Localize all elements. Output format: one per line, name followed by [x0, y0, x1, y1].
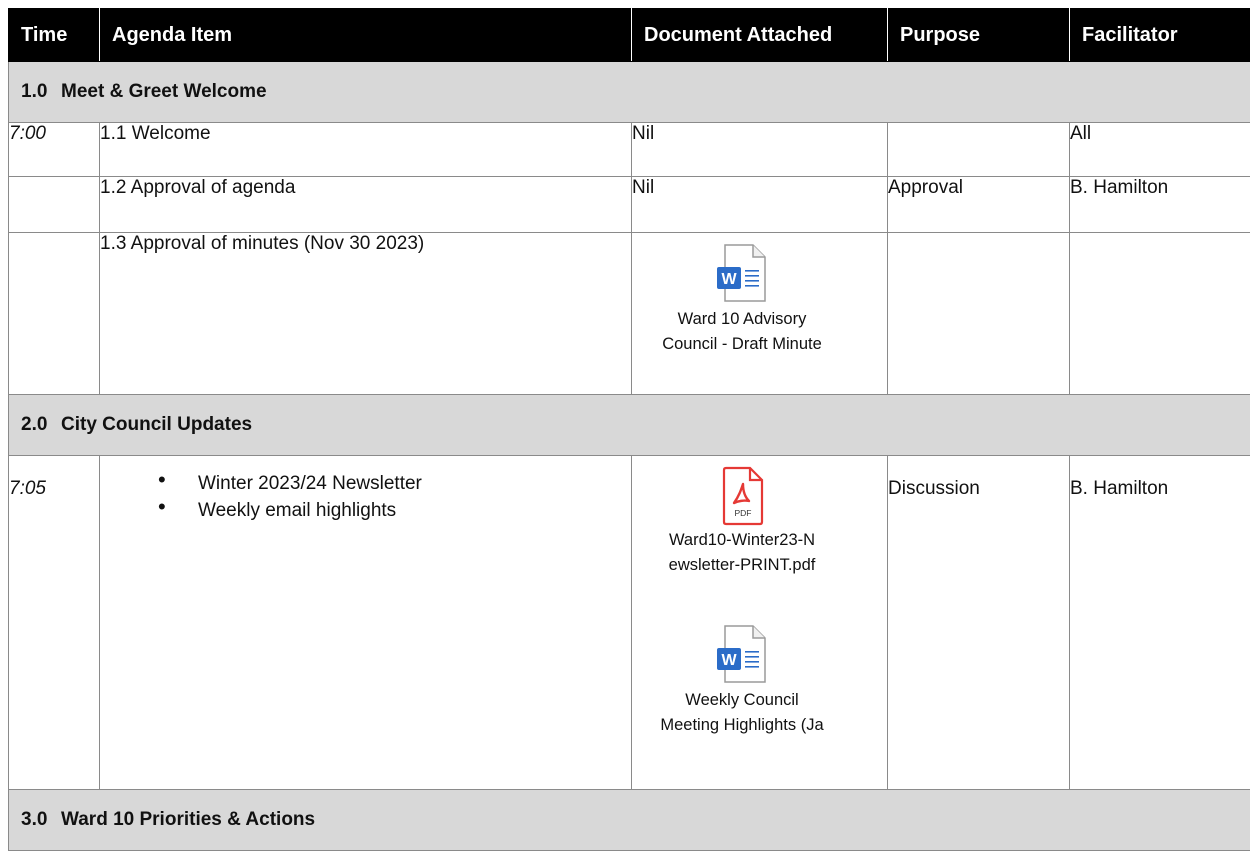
- table-row: 1.3 Approval of minutes (Nov 30 2023) W …: [9, 233, 1250, 395]
- document-cell: Nil: [632, 177, 888, 233]
- section-label: City Council Updates: [61, 414, 252, 435]
- pdf-icon: PDF: [720, 466, 764, 526]
- time-cell: 7:00: [9, 123, 100, 177]
- attachment-name-line2: Meeting Highlights (Ja: [649, 713, 835, 738]
- attachment-name-line2: ewsletter-PRINT.pdf: [649, 553, 835, 578]
- document-cell: PDF Ward10-Winter23-N ewsletter-PRINT.pd…: [632, 456, 888, 790]
- svg-text:W: W: [721, 271, 737, 288]
- table-row: 1.2 Approval of agenda Nil Approval B. H…: [9, 177, 1250, 233]
- time-cell: [9, 233, 100, 395]
- section-title: 1.0Meet & Greet Welcome: [9, 62, 1250, 123]
- table-row: 7:05 Winter 2023/24 Newsletter Weekly em…: [9, 456, 1250, 790]
- section-row: 3.0Ward 10 Priorities & Actions: [9, 790, 1250, 851]
- svg-text:W: W: [721, 652, 737, 669]
- agenda-item-cell: Winter 2023/24 Newsletter Weekly email h…: [100, 456, 632, 790]
- facilitator-cell: [1070, 233, 1250, 395]
- purpose-cell: Discussion: [888, 456, 1070, 790]
- section-row: 1.0Meet & Greet Welcome: [9, 62, 1250, 123]
- section-number: 2.0: [21, 414, 61, 436]
- attachment-word-minutes[interactable]: W Ward 10 Advisory Council - Draft Minut…: [632, 243, 852, 357]
- col-header-document: Document Attached: [632, 9, 888, 62]
- section-number: 1.0: [21, 81, 61, 103]
- section-label: Meet & Greet Welcome: [61, 81, 267, 102]
- purpose-cell: [888, 233, 1070, 395]
- col-header-facilitator: Facilitator: [1070, 9, 1250, 62]
- time-cell: 7:05: [9, 456, 100, 790]
- agenda-item-cell: 1.3 Approval of minutes (Nov 30 2023): [100, 233, 632, 395]
- agenda-item-cell: 1.2 Approval of agenda: [100, 177, 632, 233]
- agenda-item-cell: 1.1 Welcome: [100, 123, 632, 177]
- word-doc-icon: W: [715, 243, 769, 305]
- col-header-purpose: Purpose: [888, 9, 1070, 62]
- agenda-table: Time Agenda Item Document Attached Purpo…: [8, 8, 1250, 851]
- purpose-cell: Approval: [888, 177, 1070, 233]
- document-cell: Nil: [632, 123, 888, 177]
- attachment-name-line2: Council - Draft Minute: [649, 332, 835, 357]
- purpose-cell: [888, 123, 1070, 177]
- header-row: Time Agenda Item Document Attached Purpo…: [9, 9, 1250, 62]
- list-item: Winter 2023/24 Newsletter: [140, 470, 631, 497]
- attachment-name-line1: Weekly Council: [649, 688, 835, 713]
- attachment-name-line1: Ward10-Winter23-N: [649, 528, 835, 553]
- facilitator-cell: B. Hamilton: [1070, 177, 1250, 233]
- facilitator-cell: B. Hamilton: [1070, 456, 1250, 790]
- section-title: 3.0Ward 10 Priorities & Actions: [9, 790, 1250, 851]
- section-row: 2.0City Council Updates: [9, 395, 1250, 456]
- time-cell: [9, 177, 100, 233]
- col-header-time: Time: [9, 9, 100, 62]
- attachment-pdf-newsletter[interactable]: PDF Ward10-Winter23-N ewsletter-PRINT.pd…: [632, 466, 852, 578]
- document-cell: W Ward 10 Advisory Council - Draft Minut…: [632, 233, 888, 395]
- table-row: 7:00 1.1 Welcome Nil All: [9, 123, 1250, 177]
- col-header-agenda-item: Agenda Item: [100, 9, 632, 62]
- bullet-list: Winter 2023/24 Newsletter Weekly email h…: [100, 470, 631, 524]
- attachment-word-highlights[interactable]: W Weekly Council Meeting Highlights (Ja: [632, 624, 852, 738]
- section-title: 2.0City Council Updates: [9, 395, 1250, 456]
- attachment-name-line1: Ward 10 Advisory: [649, 307, 835, 332]
- section-number: 3.0: [21, 809, 61, 831]
- word-doc-icon: W: [715, 624, 769, 686]
- facilitator-cell: All: [1070, 123, 1250, 177]
- list-item: Weekly email highlights: [140, 497, 631, 524]
- pdf-badge: PDF: [735, 508, 752, 518]
- section-label: Ward 10 Priorities & Actions: [61, 809, 315, 830]
